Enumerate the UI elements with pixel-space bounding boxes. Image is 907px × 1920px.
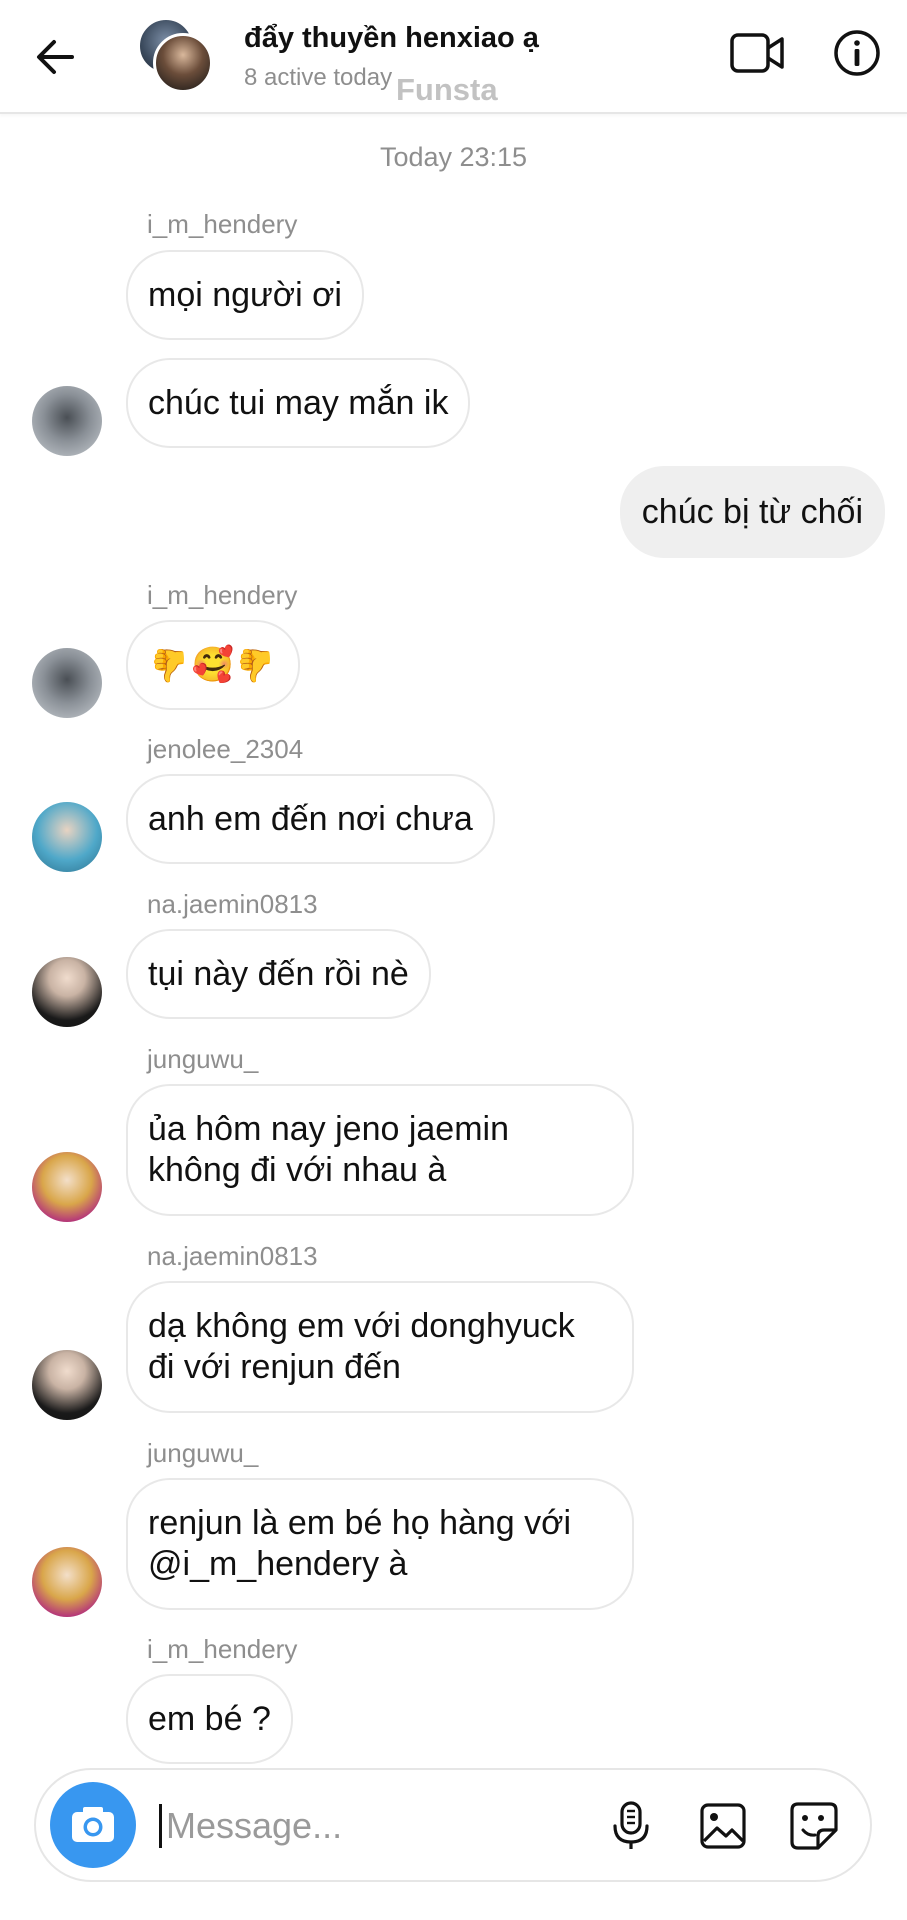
message-composer <box>34 1768 872 1882</box>
watermark-text: Funsta <box>396 72 498 107</box>
gallery-icon[interactable] <box>698 1800 748 1852</box>
info-icon[interactable] <box>832 28 882 78</box>
back-arrow-icon[interactable] <box>30 32 80 82</box>
message-bubble[interactable]: dạ không em với donghyuck đi với renjun … <box>126 1281 634 1413</box>
sender-name: jenolee_2304 <box>147 734 304 764</box>
camera-button[interactable] <box>50 1782 136 1868</box>
emoji-row: 👍 🥰 👍 <box>150 645 276 686</box>
finger-emoji: 👍 <box>236 647 277 684</box>
message-timestamp: Today 23:15 <box>379 142 528 172</box>
active-status: 8 active today <box>244 64 393 91</box>
chat-header: đẩy thuyền henxiao ạ 8 active today Funs… <box>0 0 907 114</box>
sender-name: i_m_hendery <box>147 209 298 239</box>
message-input[interactable] <box>164 1792 588 1860</box>
sender-avatar[interactable] <box>32 386 102 456</box>
text-cursor <box>159 1804 162 1848</box>
finger-emoji: 👍 <box>150 647 190 684</box>
message-bubble[interactable]: ủa hôm nay jeno jaemin không đi với nhau… <box>126 1084 634 1216</box>
sender-avatar[interactable] <box>32 648 102 718</box>
message-bubble[interactable]: em bé ? <box>126 1674 293 1764</box>
sticker-icon[interactable] <box>788 1800 840 1852</box>
sender-avatar[interactable] <box>32 802 102 872</box>
sender-name: na.jaemin0813 <box>147 1241 318 1271</box>
video-call-icon[interactable] <box>728 28 788 78</box>
message-bubble[interactable]: chúc tui may mắn ik <box>126 358 471 448</box>
message-bubble[interactable]: renjun là em bé họ hàng với @i_m_hendery… <box>126 1478 634 1610</box>
sender-name: na.jaemin0813 <box>147 889 318 919</box>
message-bubble[interactable]: anh em đến nơi chưa <box>126 774 495 864</box>
group-avatar[interactable] <box>138 18 213 93</box>
outgoing-message-bubble[interactable]: chúc bị từ chối <box>619 466 885 558</box>
sender-name: i_m_hendery <box>147 1634 298 1664</box>
camera-icon <box>72 1807 114 1842</box>
sender-avatar[interactable] <box>32 1152 102 1222</box>
emoji-message-bubble[interactable]: 👍 🥰 👍 <box>126 620 301 710</box>
sender-name: junguwu_ <box>147 1438 259 1468</box>
smiling-hearts-emoji: 🥰 <box>191 645 235 684</box>
member-avatar-2 <box>153 33 213 93</box>
sender-avatar[interactable] <box>32 1547 102 1617</box>
sender-avatar[interactable] <box>32 957 102 1027</box>
chat-title[interactable]: đẩy thuyền henxiao ạ <box>244 22 539 55</box>
microphone-icon[interactable] <box>606 1800 656 1852</box>
sender-name: i_m_hendery <box>147 580 298 610</box>
sender-avatar[interactable] <box>32 1350 102 1420</box>
sender-name: junguwu_ <box>147 1044 259 1074</box>
message-bubble[interactable]: tụi này đến rồi nè <box>126 929 431 1019</box>
message-bubble[interactable]: mọi người ơi <box>126 250 364 340</box>
